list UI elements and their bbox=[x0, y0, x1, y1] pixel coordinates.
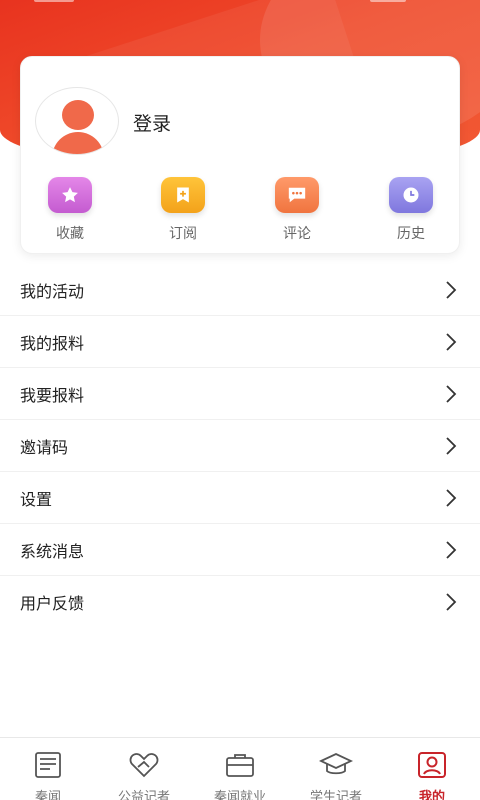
status-time bbox=[34, 0, 74, 2]
bottom-tab-bar: 秦闻 公益记者 秦闻就业 学生记者 我的 bbox=[0, 737, 480, 800]
menu-item-system-messages[interactable]: 系统消息 bbox=[0, 524, 480, 576]
tab-label: 秦闻就业 bbox=[213, 790, 266, 800]
chevron-right-icon bbox=[446, 489, 457, 507]
briefcase-icon bbox=[226, 754, 254, 777]
tab-label: 秦闻 bbox=[34, 790, 61, 800]
menu-item-label: 系统消息 bbox=[20, 541, 85, 561]
menu-item-label: 设置 bbox=[20, 489, 53, 509]
star-icon bbox=[48, 177, 92, 213]
chevron-right-icon bbox=[446, 333, 457, 351]
tab-charity-reporter[interactable]: 公益记者 bbox=[96, 738, 192, 800]
charity-icon bbox=[129, 753, 159, 778]
chevron-right-icon bbox=[446, 593, 457, 611]
quick-action-label: 评论 bbox=[283, 226, 311, 242]
tab-employment[interactable]: 秦闻就业 bbox=[192, 738, 288, 800]
chevron-right-icon bbox=[446, 385, 457, 403]
menu-item-feedback[interactable]: 用户反馈 bbox=[0, 576, 480, 628]
news-icon bbox=[35, 752, 61, 778]
tab-label: 公益记者 bbox=[117, 790, 170, 800]
tab-label: 学生记者 bbox=[309, 790, 362, 800]
menu-item-invite-code[interactable]: 邀请码 bbox=[0, 420, 480, 472]
menu-item-label: 我要报料 bbox=[20, 385, 85, 405]
menu-item-my-activities[interactable]: 我的活动 bbox=[0, 264, 480, 316]
status-indicators bbox=[370, 0, 406, 2]
quick-action-label: 订阅 bbox=[169, 226, 197, 242]
profile-card: 登录 收藏 订阅 评论 历史 bbox=[20, 56, 460, 254]
status-bar bbox=[0, 0, 480, 8]
quick-action-history[interactable]: 历史 bbox=[375, 177, 447, 243]
quick-action-label: 历史 bbox=[397, 226, 425, 242]
menu-item-label: 用户反馈 bbox=[20, 594, 85, 613]
clock-icon bbox=[389, 177, 433, 213]
chevron-right-icon bbox=[446, 541, 457, 559]
quick-action-comments[interactable]: 评论 bbox=[261, 177, 333, 243]
comment-icon bbox=[275, 177, 319, 213]
subscribe-icon bbox=[161, 177, 205, 213]
profile-icon bbox=[418, 752, 446, 778]
tab-news[interactable]: 秦闻 bbox=[0, 738, 96, 800]
avatar[interactable] bbox=[35, 87, 119, 155]
quick-action-subscribe[interactable]: 订阅 bbox=[147, 177, 219, 243]
menu-item-label: 我的活动 bbox=[20, 281, 85, 301]
quick-action-favorites[interactable]: 收藏 bbox=[34, 177, 106, 243]
tab-label: 我的 bbox=[418, 790, 445, 800]
menu-item-my-reports[interactable]: 我的报料 bbox=[0, 316, 480, 368]
menu-item-settings[interactable]: 设置 bbox=[0, 472, 480, 524]
tab-mine[interactable]: 我的 bbox=[384, 738, 480, 800]
settings-menu: 我的活动 我的报料 我要报料 邀请码 设置 系统消息 用户反馈 bbox=[0, 264, 480, 628]
avatar-head bbox=[62, 100, 94, 130]
chevron-right-icon bbox=[446, 437, 457, 455]
graduation-cap-icon bbox=[318, 753, 354, 775]
login-link[interactable]: 登录 bbox=[133, 109, 171, 136]
menu-item-label: 我的报料 bbox=[20, 333, 85, 353]
menu-item-submit-report[interactable]: 我要报料 bbox=[0, 368, 480, 420]
menu-item-label: 邀请码 bbox=[20, 437, 69, 457]
avatar-body bbox=[52, 132, 104, 154]
quick-action-label: 收藏 bbox=[56, 226, 84, 242]
chevron-right-icon bbox=[446, 281, 457, 299]
tab-student-reporter[interactable]: 学生记者 bbox=[288, 738, 384, 800]
